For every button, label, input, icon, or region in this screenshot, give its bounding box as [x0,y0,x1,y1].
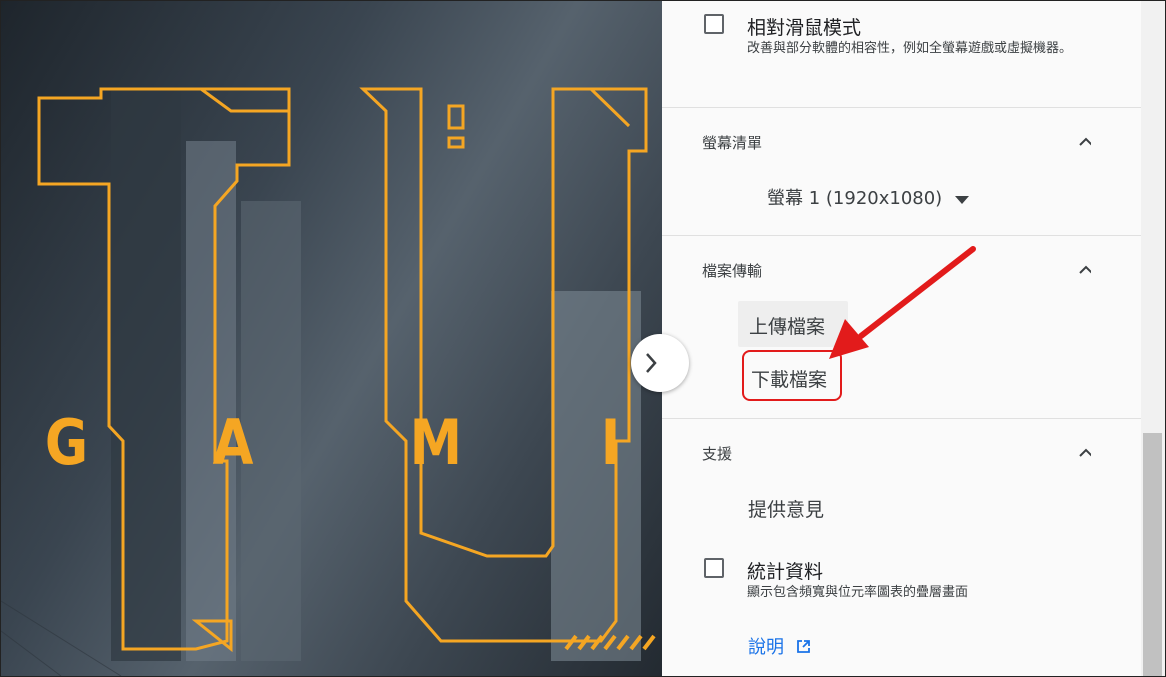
help-link[interactable]: 說明 [748,633,811,659]
annotation-arrow [829,246,976,359]
open-in-new-icon [796,640,810,653]
stats-title[interactable]: 統計資料 [747,557,823,584]
relative-mouse-description: 改善與部分軟體的相容性，例如全螢幕遊戲或虛擬機器。 [747,41,1073,56]
screen-list-title: 螢幕清單 [702,134,763,152]
chevron-up-icon[interactable] [1079,448,1091,460]
wallpaper-letter: I [600,406,621,479]
upload-file-label: 上傳檔案 [749,316,826,338]
chevron-up-icon[interactable] [1079,137,1091,149]
relative-mouse-checkbox[interactable] [704,14,724,34]
relative-mouse-title[interactable]: 相對滑鼠模式 [747,13,861,40]
remote-desktop-wallpaper[interactable]: G A M I [1,1,662,676]
support-title: 支援 [702,445,733,463]
feedback-button[interactable]: 提供意見 [748,495,824,522]
help-link-label: 說明 [748,637,784,658]
divider [662,418,1141,419]
stats-checkbox[interactable] [704,558,724,578]
divider [662,107,1141,108]
screen-select[interactable]: 螢幕 1 (1920x1080) [767,184,970,210]
wallpaper-letter: A [212,406,254,479]
stats-description: 顯示包含頻寬與位元率圖表的疊層畫面 [747,585,969,600]
wallpaper-letter: M [409,406,463,479]
wallpaper-graphic [1,87,656,676]
screen-select-value: 螢幕 1 (1920x1080) [767,188,943,209]
divider [662,235,1141,236]
app-frame: G A M I 相對滑鼠模式 改善與部分軟體的相容性，例如全螢幕遊戲或虛擬機器。… [0,0,1166,677]
toggle-panel-button[interactable] [631,334,689,392]
scrollbar-thumb[interactable] [1143,433,1162,676]
wallpaper-letter: G [44,406,89,479]
chevron-up-icon[interactable] [1079,265,1091,277]
file-transfer-title: 檔案傳輸 [702,262,763,280]
dropdown-arrow-icon [955,195,970,204]
chevron-right-icon [646,353,657,373]
